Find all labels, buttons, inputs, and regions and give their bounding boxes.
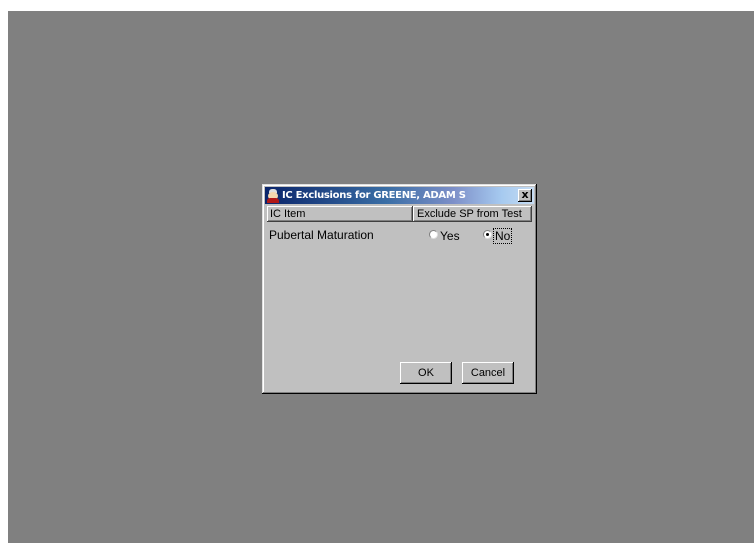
radio-yes-label[interactable]: Yes (440, 229, 460, 243)
radio-no-circle-icon[interactable] (483, 229, 492, 239)
close-button[interactable]: x (518, 189, 532, 202)
radio-no[interactable]: No (483, 228, 513, 244)
cancel-button[interactable]: Cancel (462, 362, 514, 384)
dialog-titlebar[interactable]: IC Exclusions for GREENE, ADAM S x (265, 187, 534, 204)
column-header-ic-item[interactable]: IC Item (267, 206, 413, 222)
row-label-pubertal-maturation: Pubertal Maturation (269, 228, 374, 242)
column-header-exclude-sp[interactable]: Exclude SP from Test (413, 206, 532, 222)
ok-button[interactable]: OK (400, 362, 452, 384)
ic-exclusions-dialog: IC Exclusions for GREENE, ADAM S x IC It… (262, 184, 537, 394)
radio-yes-circle-icon[interactable] (429, 229, 438, 239)
app-logo-icon (267, 188, 279, 203)
table-header: IC Item Exclude SP from Test (267, 206, 532, 222)
radio-yes[interactable]: Yes (429, 229, 460, 243)
table-row: Pubertal Maturation Yes No (269, 228, 531, 244)
radio-no-label[interactable]: No (492, 228, 513, 244)
dialog-title: IC Exclusions for GREENE, ADAM S (282, 190, 466, 201)
